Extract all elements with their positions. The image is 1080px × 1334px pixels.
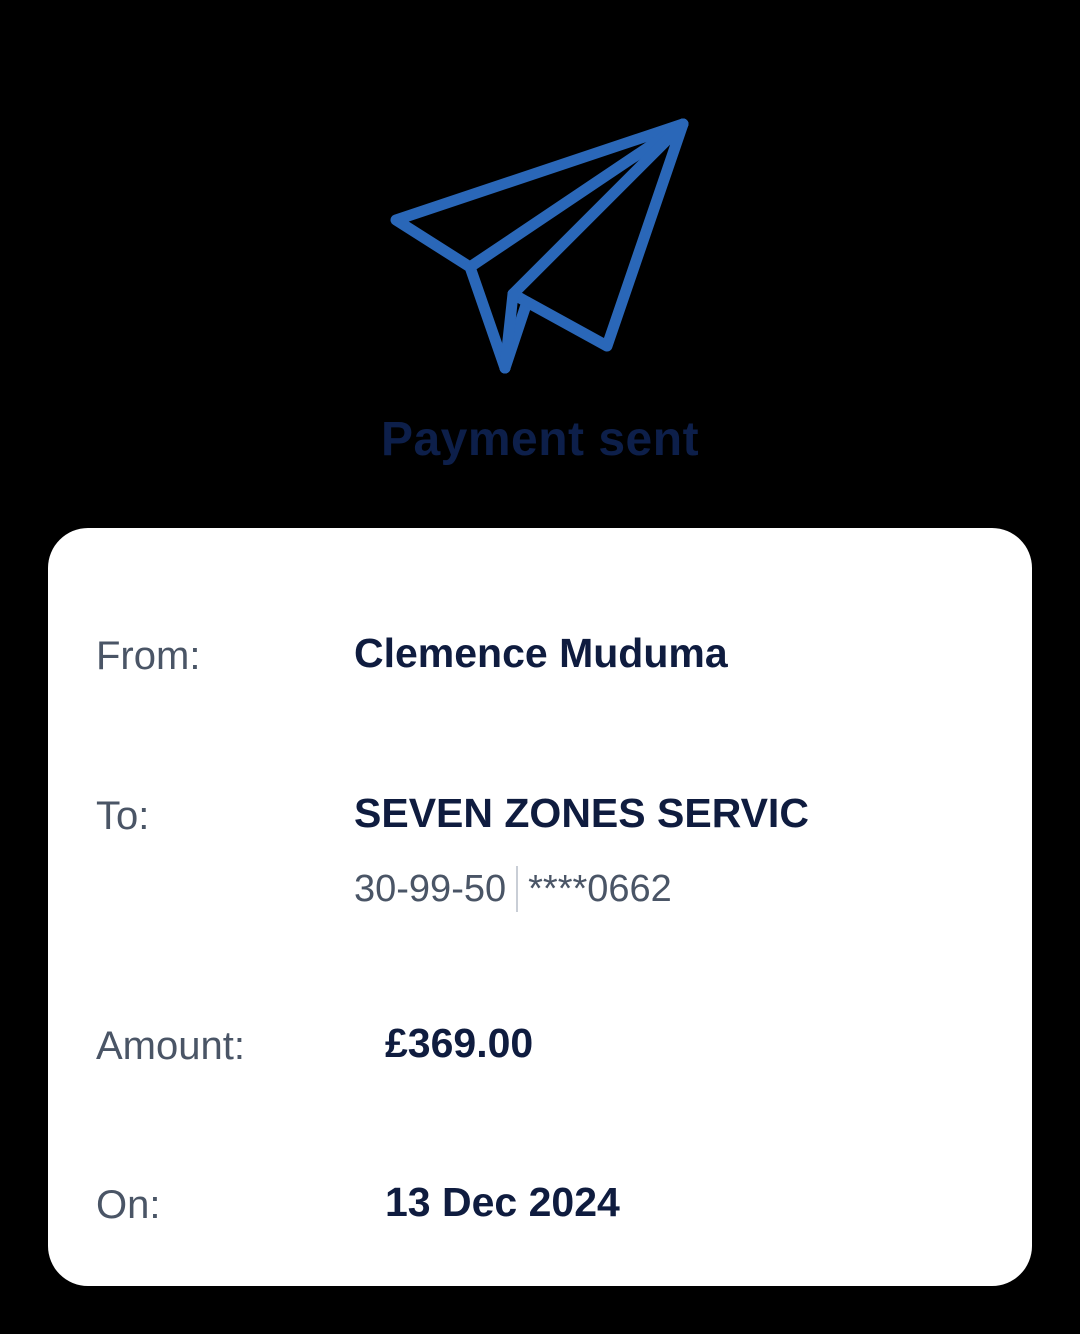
from-label: From:: [96, 634, 201, 678]
amount-label: Amount:: [96, 1024, 245, 1068]
from-value: Clemence Muduma: [354, 630, 728, 676]
date-label: On:: [96, 1183, 161, 1227]
sort-code: 30-99-50: [354, 867, 507, 910]
divider: [516, 866, 519, 912]
account-number-masked: ****0662: [528, 867, 672, 910]
amount-value: £369.00: [385, 1020, 534, 1066]
date-value: 13 Dec 2024: [385, 1179, 620, 1225]
to-label: To:: [96, 794, 150, 838]
to-value: SEVEN ZONES SERVIC: [354, 790, 809, 836]
payment-details-card: From: Clemence Muduma To: SEVEN ZONES SE…: [48, 528, 1032, 1286]
payment-status-title: Payment sent: [380, 413, 700, 466]
paper-plane-icon: [380, 112, 700, 382]
account-details: 30-99-50 ****0662: [354, 866, 672, 912]
